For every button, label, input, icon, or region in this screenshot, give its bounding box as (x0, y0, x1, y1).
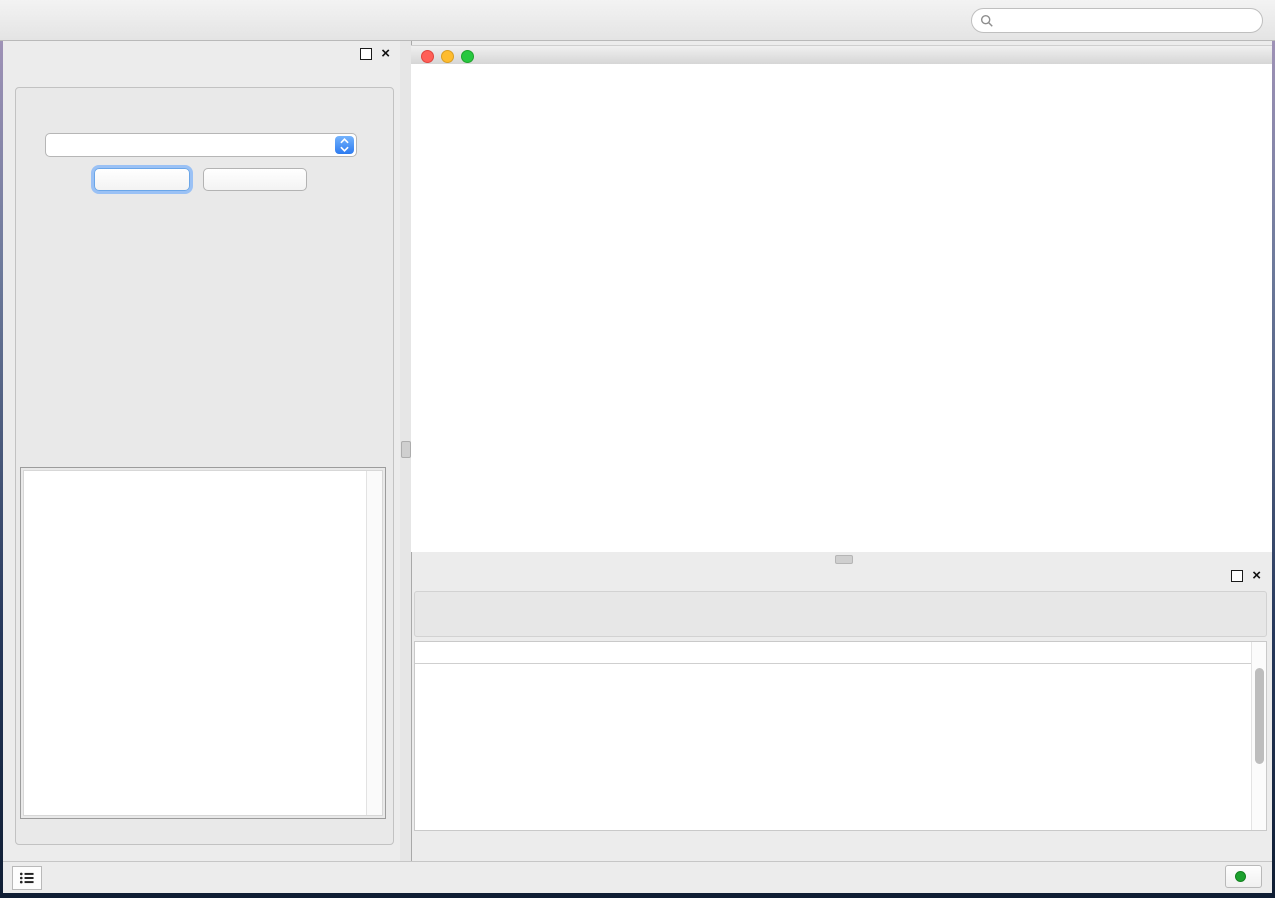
memory-status-icon (1235, 871, 1246, 882)
dropdown-stepper-icon (335, 136, 354, 154)
float-table-panel-icon[interactable] (1231, 570, 1243, 582)
table-toolbar (414, 591, 1267, 637)
memory-button[interactable] (1225, 865, 1262, 888)
right-region: × (411, 41, 1272, 862)
control-panel: × (3, 41, 400, 862)
main-toolbar (0, 0, 1275, 41)
network-window-titlebar[interactable] (411, 45, 1272, 65)
window-minimize-icon[interactable] (441, 50, 454, 63)
search-icon (980, 14, 994, 28)
network-canvas-svg (411, 64, 1272, 552)
list-icon (18, 869, 36, 887)
close-table-panel-icon[interactable]: × (1252, 571, 1261, 581)
task-history-button[interactable] (12, 866, 42, 890)
mcds-result-group (20, 467, 386, 819)
network-canvas[interactable] (411, 64, 1272, 552)
mcds-result-list[interactable] (23, 470, 383, 816)
app-window: × (3, 41, 1272, 893)
close-panel-button[interactable] (203, 168, 307, 191)
horizontal-splitter-handle[interactable] (835, 555, 853, 564)
table-scrollbar-thumb[interactable] (1255, 668, 1264, 764)
run-mcds-button[interactable] (94, 168, 190, 191)
result-list-scrollbar[interactable] (366, 471, 382, 815)
table-scrollbar[interactable] (1251, 642, 1266, 830)
close-panel-icon[interactable]: × (381, 49, 390, 59)
float-panel-icon[interactable] (360, 48, 372, 60)
search-input[interactable] (999, 13, 1254, 29)
criterion-dropdown[interactable] (45, 133, 357, 157)
node-table (414, 641, 1267, 831)
splitter-handle[interactable] (401, 441, 411, 458)
window-close-icon[interactable] (421, 50, 434, 63)
table-panel: × (414, 565, 1267, 858)
status-bar (3, 861, 1272, 893)
search-box[interactable] (971, 8, 1263, 33)
window-zoom-icon[interactable] (461, 50, 474, 63)
